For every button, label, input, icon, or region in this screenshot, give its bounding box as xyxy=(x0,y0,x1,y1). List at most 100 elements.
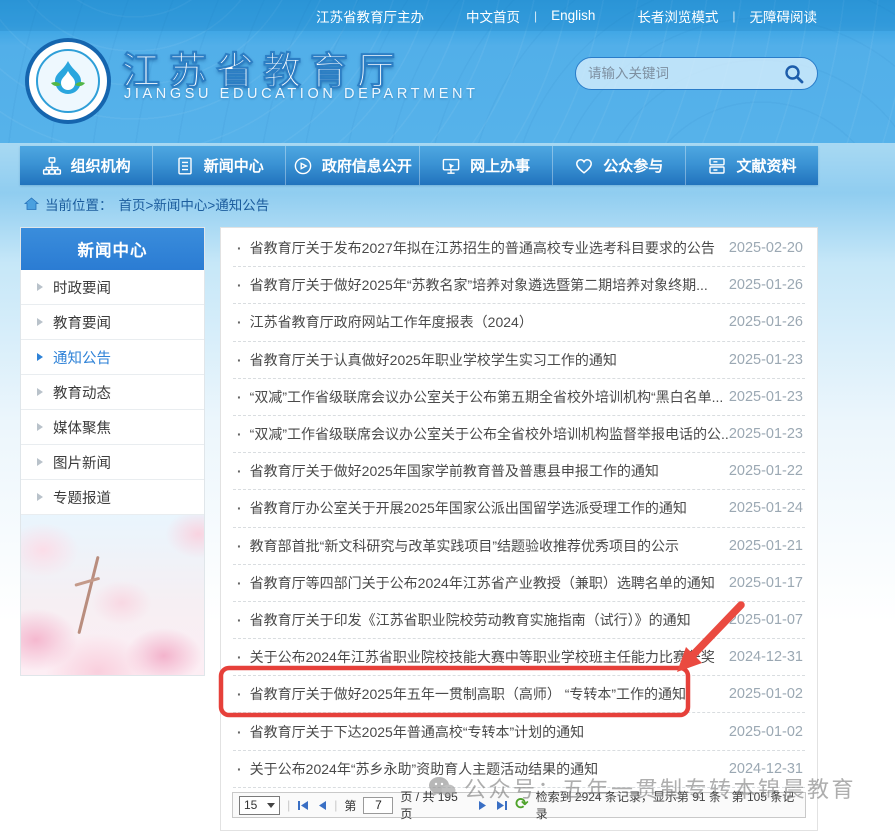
search-box xyxy=(575,57,818,90)
refresh-icon[interactable]: ⟳ xyxy=(515,797,528,813)
list-item[interactable]: 省教育厅关于印发《江苏省职业院校劳动教育实施指南（试行）》的通知 2025-01… xyxy=(233,602,805,639)
divider: | xyxy=(534,9,537,23)
notice-title[interactable]: 省教育厅关于做好2025年五年一贯制高职（高师） “专转本”工作的通知 xyxy=(233,684,686,704)
list-item[interactable]: 省教育厅关于下达2025年普通高校“专转本”计划的通知 2025-01-02 xyxy=(233,713,805,750)
notice-title[interactable]: 省教育厅关于发布2027年拟在江苏招生的普通高校专业选考科目要求的公告 xyxy=(233,238,715,258)
notice-title[interactable]: “双减”工作省级联席会议办公室关于公布第五期全省校外培训机构“黑白名单... xyxy=(233,387,723,407)
notice-title[interactable]: 省教育厅关于做好2025年“苏教名家”培养对象遴选暨第二期培养对象终期... xyxy=(233,275,708,295)
triangle-icon xyxy=(37,353,43,361)
records-summary: 检索到 2924 条记录，显示第 91 条 - 第 105 条记录 xyxy=(536,788,799,822)
sidebar-item-label: 通知公告 xyxy=(53,347,111,368)
next-page-icon xyxy=(478,800,488,811)
list-item[interactable]: “双减”工作省级联席会议办公室关于公布第五期全省校外培训机构“黑白名单... 2… xyxy=(233,379,805,416)
notice-title[interactable]: 省教育厅关于印发《江苏省职业院校劳动教育实施指南（试行）》的通知 xyxy=(233,610,691,630)
nav-item-gov-info[interactable]: 政府信息公开 xyxy=(286,146,419,185)
nav-item-online-services[interactable]: 网上办事 xyxy=(420,146,553,185)
notice-title[interactable]: 教育部首批“新文科研究与改革实践项目”结题验收推荐优秀项目的公示 xyxy=(233,536,679,556)
nav-item-public-participation[interactable]: 公众参与 xyxy=(553,146,686,185)
notice-date: 2025-02-20 xyxy=(729,240,805,256)
sidebar-item-special-reports[interactable]: 专题报道 xyxy=(21,480,204,515)
topbar-link-chinese-home[interactable]: 中文首页 xyxy=(466,6,520,26)
sidebar-item-current-politics[interactable]: 时政要闻 xyxy=(21,270,204,305)
sidebar-item-label: 媒体聚焦 xyxy=(53,417,111,438)
sidebar-item-label: 图片新闻 xyxy=(53,452,111,473)
nav-label: 新闻中心 xyxy=(204,155,264,176)
triangle-icon xyxy=(37,458,43,466)
notice-date: 2025-01-26 xyxy=(729,314,805,330)
notice-date: 2025-01-07 xyxy=(729,612,805,628)
sidebar-item-notices[interactable]: 通知公告 xyxy=(21,340,204,375)
notice-date: 2025-01-23 xyxy=(729,352,805,368)
notice-date: 2025-01-02 xyxy=(729,724,805,740)
breadcrumb-prefix: 当前位置： xyxy=(45,194,113,214)
notice-title[interactable]: 省教育厅关于认真做好2025年职业学校学生实习工作的通知 xyxy=(233,350,617,370)
prev-page-button[interactable] xyxy=(317,800,327,811)
nav-label: 网上办事 xyxy=(470,155,530,176)
list-item[interactable]: 省教育厅关于发布2027年拟在江苏招生的普通高校专业选考科目要求的公告 2025… xyxy=(233,230,805,267)
topbar-link-accessibility[interactable]: 无障碍阅读 xyxy=(750,6,818,26)
page-number-input[interactable] xyxy=(363,797,393,814)
notice-date: 2025-01-26 xyxy=(729,277,805,293)
page-size-value: 15 xyxy=(244,798,257,812)
chevron-down-icon xyxy=(267,803,275,808)
search-icon[interactable] xyxy=(783,63,805,85)
notice-title[interactable]: 省教育厅关于做好2025年国家学前教育普及普惠县申报工作的通知 xyxy=(233,461,659,481)
magnolia-flower-image xyxy=(21,515,204,675)
notice-title[interactable]: 省教育厅等四部门关于公布2024年江苏省产业教授（兼职）选聘名单的通知 xyxy=(233,573,715,593)
info-disclosure-icon xyxy=(293,156,313,176)
list-item[interactable]: 省教育厅关于做好2025年“苏教名家”培养对象遴选暨第二期培养对象终期... 2… xyxy=(233,267,805,304)
notice-date: 2025-01-23 xyxy=(729,389,805,405)
triangle-icon xyxy=(37,423,43,431)
notice-title[interactable]: 省教育厅办公室关于开展2025年国家公派出国留学选派受理工作的通知 xyxy=(233,498,687,518)
topbar-link-english[interactable]: English xyxy=(551,8,595,23)
topbar-link-elder-mode[interactable]: 长者浏览模式 xyxy=(637,6,718,26)
notice-title[interactable]: 江苏省教育厅政府网站工作年度报表（2024） xyxy=(233,312,533,332)
breadcrumb-path[interactable]: 首页>新闻中心>通知公告 xyxy=(119,194,270,214)
list-item[interactable]: 江苏省教育厅政府网站工作年度报表（2024） 2025-01-26 xyxy=(233,304,805,341)
list-item[interactable]: 关于公布2024年江苏省职业院校技能大赛中等职业学校班主任能力比赛获奖 2024… xyxy=(233,639,805,676)
notice-date: 2025-01-23 xyxy=(729,426,805,442)
notice-date: 2025-01-24 xyxy=(729,500,805,516)
list-item[interactable]: 教育部首批“新文科研究与改革实践项目”结题验收推荐优秀项目的公示 2025-01… xyxy=(233,528,805,565)
page-size-select[interactable]: 15 xyxy=(239,796,280,815)
nav-item-organization[interactable]: 组织机构 xyxy=(20,146,153,185)
sidebar-item-education-dynamics[interactable]: 教育动态 xyxy=(21,375,204,410)
list-item[interactable]: 省教育厅等四部门关于公布2024年江苏省产业教授（兼职）选聘名单的通知 2025… xyxy=(233,565,805,602)
breadcrumb: 当前位置： 首页>新闻中心>通知公告 xyxy=(24,194,269,214)
heart-icon xyxy=(574,156,594,176)
list-item-highlighted-zhuanzhuanben-notice[interactable]: 省教育厅关于做好2025年五年一贯制高职（高师） “专转本”工作的通知 2025… xyxy=(233,676,805,713)
list-item[interactable]: 关于公布2024年“苏乡永助”资助育人主题活动结果的通知 2024-12-31 xyxy=(233,751,805,788)
notice-title[interactable]: 省教育厅关于下达2025年普通高校“专转本”计划的通知 xyxy=(233,722,584,742)
list-item[interactable]: “双减”工作省级联席会议办公室关于公布全省校外培训机构监督举报电话的公... 2… xyxy=(233,416,805,453)
site-subtitle: JIANGSU EDUCATION DEPARTMENT xyxy=(124,86,479,102)
notice-list-panel: 省教育厅关于发布2027年拟在江苏招生的普通高校专业选考科目要求的公告 2025… xyxy=(220,227,818,831)
list-item[interactable]: 省教育厅办公室关于开展2025年国家公派出国留学选派受理工作的通知 2025-0… xyxy=(233,490,805,527)
sidebar-item-media-focus[interactable]: 媒体聚焦 xyxy=(21,410,204,445)
next-page-button[interactable] xyxy=(478,800,488,811)
archive-icon xyxy=(707,156,727,176)
divider: | xyxy=(732,9,735,23)
search-input[interactable] xyxy=(588,66,783,81)
main-navigation: 组织机构 新闻中心 政府信息公开 网上办事 xyxy=(20,146,818,185)
list-item[interactable]: 省教育厅关于认真做好2025年职业学校学生实习工作的通知 2025-01-23 xyxy=(233,342,805,379)
topbar-link-host[interactable]: 江苏省教育厅主办 xyxy=(316,6,424,26)
last-page-button[interactable] xyxy=(495,800,508,811)
notice-title[interactable]: “双减”工作省级联席会议办公室关于公布全省校外培训机构监督举报电话的公... xyxy=(233,424,729,444)
page-label-prefix: 第 xyxy=(344,797,356,814)
nav-item-documents[interactable]: 文献资料 xyxy=(686,146,818,185)
first-page-button[interactable] xyxy=(297,800,310,811)
notice-date: 2025-01-22 xyxy=(729,463,805,479)
sidebar-item-education-news[interactable]: 教育要闻 xyxy=(21,305,204,340)
triangle-icon xyxy=(37,283,43,291)
nav-label: 公众参与 xyxy=(603,155,663,176)
notice-title[interactable]: 关于公布2024年江苏省职业院校技能大赛中等职业学校班主任能力比赛获奖 xyxy=(233,647,715,667)
nav-item-news-center[interactable]: 新闻中心 xyxy=(153,146,286,185)
page: 江苏省教育厅主办 中文首页 | English 长者浏览模式 | 无障碍阅读 江… xyxy=(0,0,895,833)
list-item[interactable]: 省教育厅关于做好2025年国家学前教育普及普惠县申报工作的通知 2025-01-… xyxy=(233,453,805,490)
notice-title[interactable]: 关于公布2024年“苏乡永助”资助育人主题活动结果的通知 xyxy=(233,759,598,779)
sidebar-item-label: 专题报道 xyxy=(53,487,111,508)
sidebar-item-label: 教育要闻 xyxy=(53,312,111,333)
sidebar: 新闻中心 时政要闻 教育要闻 通知公告 教育动态 媒体聚焦 图片新闻 专题报道 xyxy=(20,227,205,676)
last-page-icon xyxy=(495,800,508,811)
sidebar-item-photo-news[interactable]: 图片新闻 xyxy=(21,445,204,480)
